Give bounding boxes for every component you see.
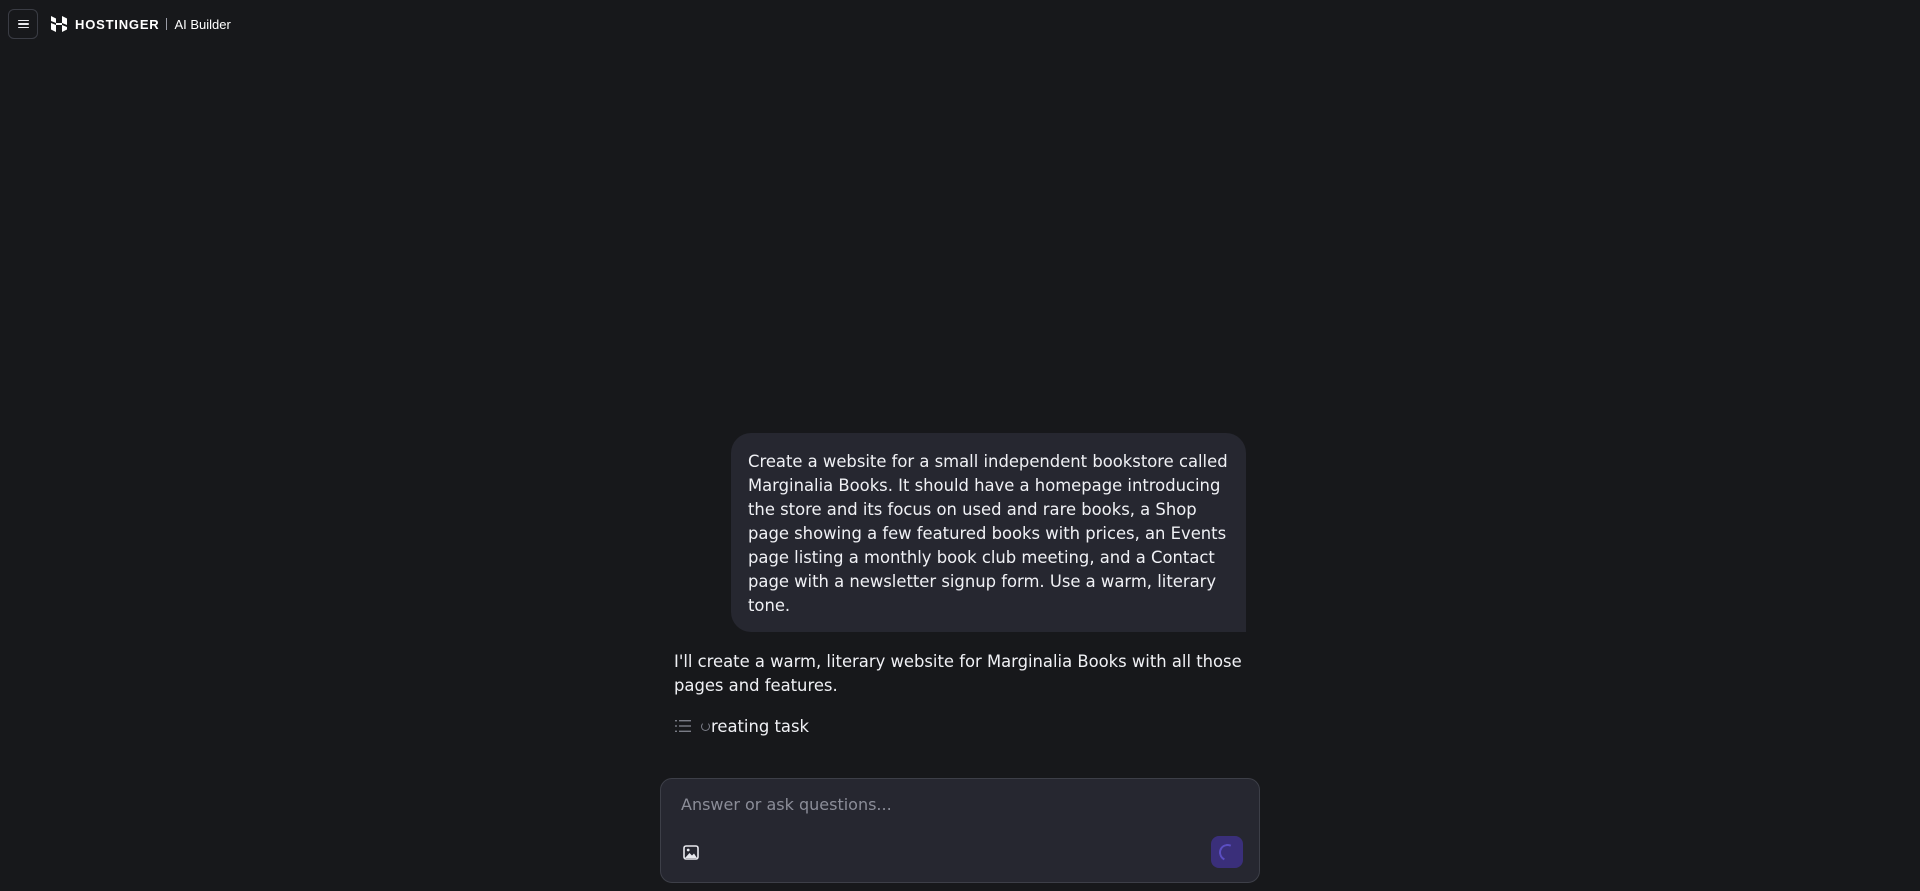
attach-image-button[interactable] (679, 840, 703, 864)
user-message-bubble: Create a website for a small independent… (731, 433, 1246, 632)
brand[interactable]: HOSTINGER AI Builder (50, 9, 231, 39)
product-name: AI Builder (174, 16, 231, 32)
chat-input[interactable] (677, 791, 1245, 817)
menu-button[interactable] (8, 9, 38, 39)
brand-divider (166, 18, 168, 30)
hamburger-menu-icon (17, 19, 29, 29)
brand-name: HOSTINGER (75, 16, 160, 32)
task-status-text: reating task (711, 716, 809, 736)
app-root: HOSTINGER AI Builder Create a website fo… (0, 0, 1920, 891)
task-status-row: reating task (675, 714, 809, 738)
list-icon (675, 720, 691, 732)
spinner-icon (701, 721, 710, 731)
composer (660, 778, 1260, 883)
image-icon (683, 844, 699, 860)
hostinger-logo-icon (51, 16, 67, 32)
header: HOSTINGER AI Builder (8, 8, 231, 40)
loading-spinner-icon (1216, 841, 1238, 863)
send-button[interactable] (1211, 836, 1243, 868)
assistant-message: I'll create a warm, literary website for… (674, 652, 1242, 695)
